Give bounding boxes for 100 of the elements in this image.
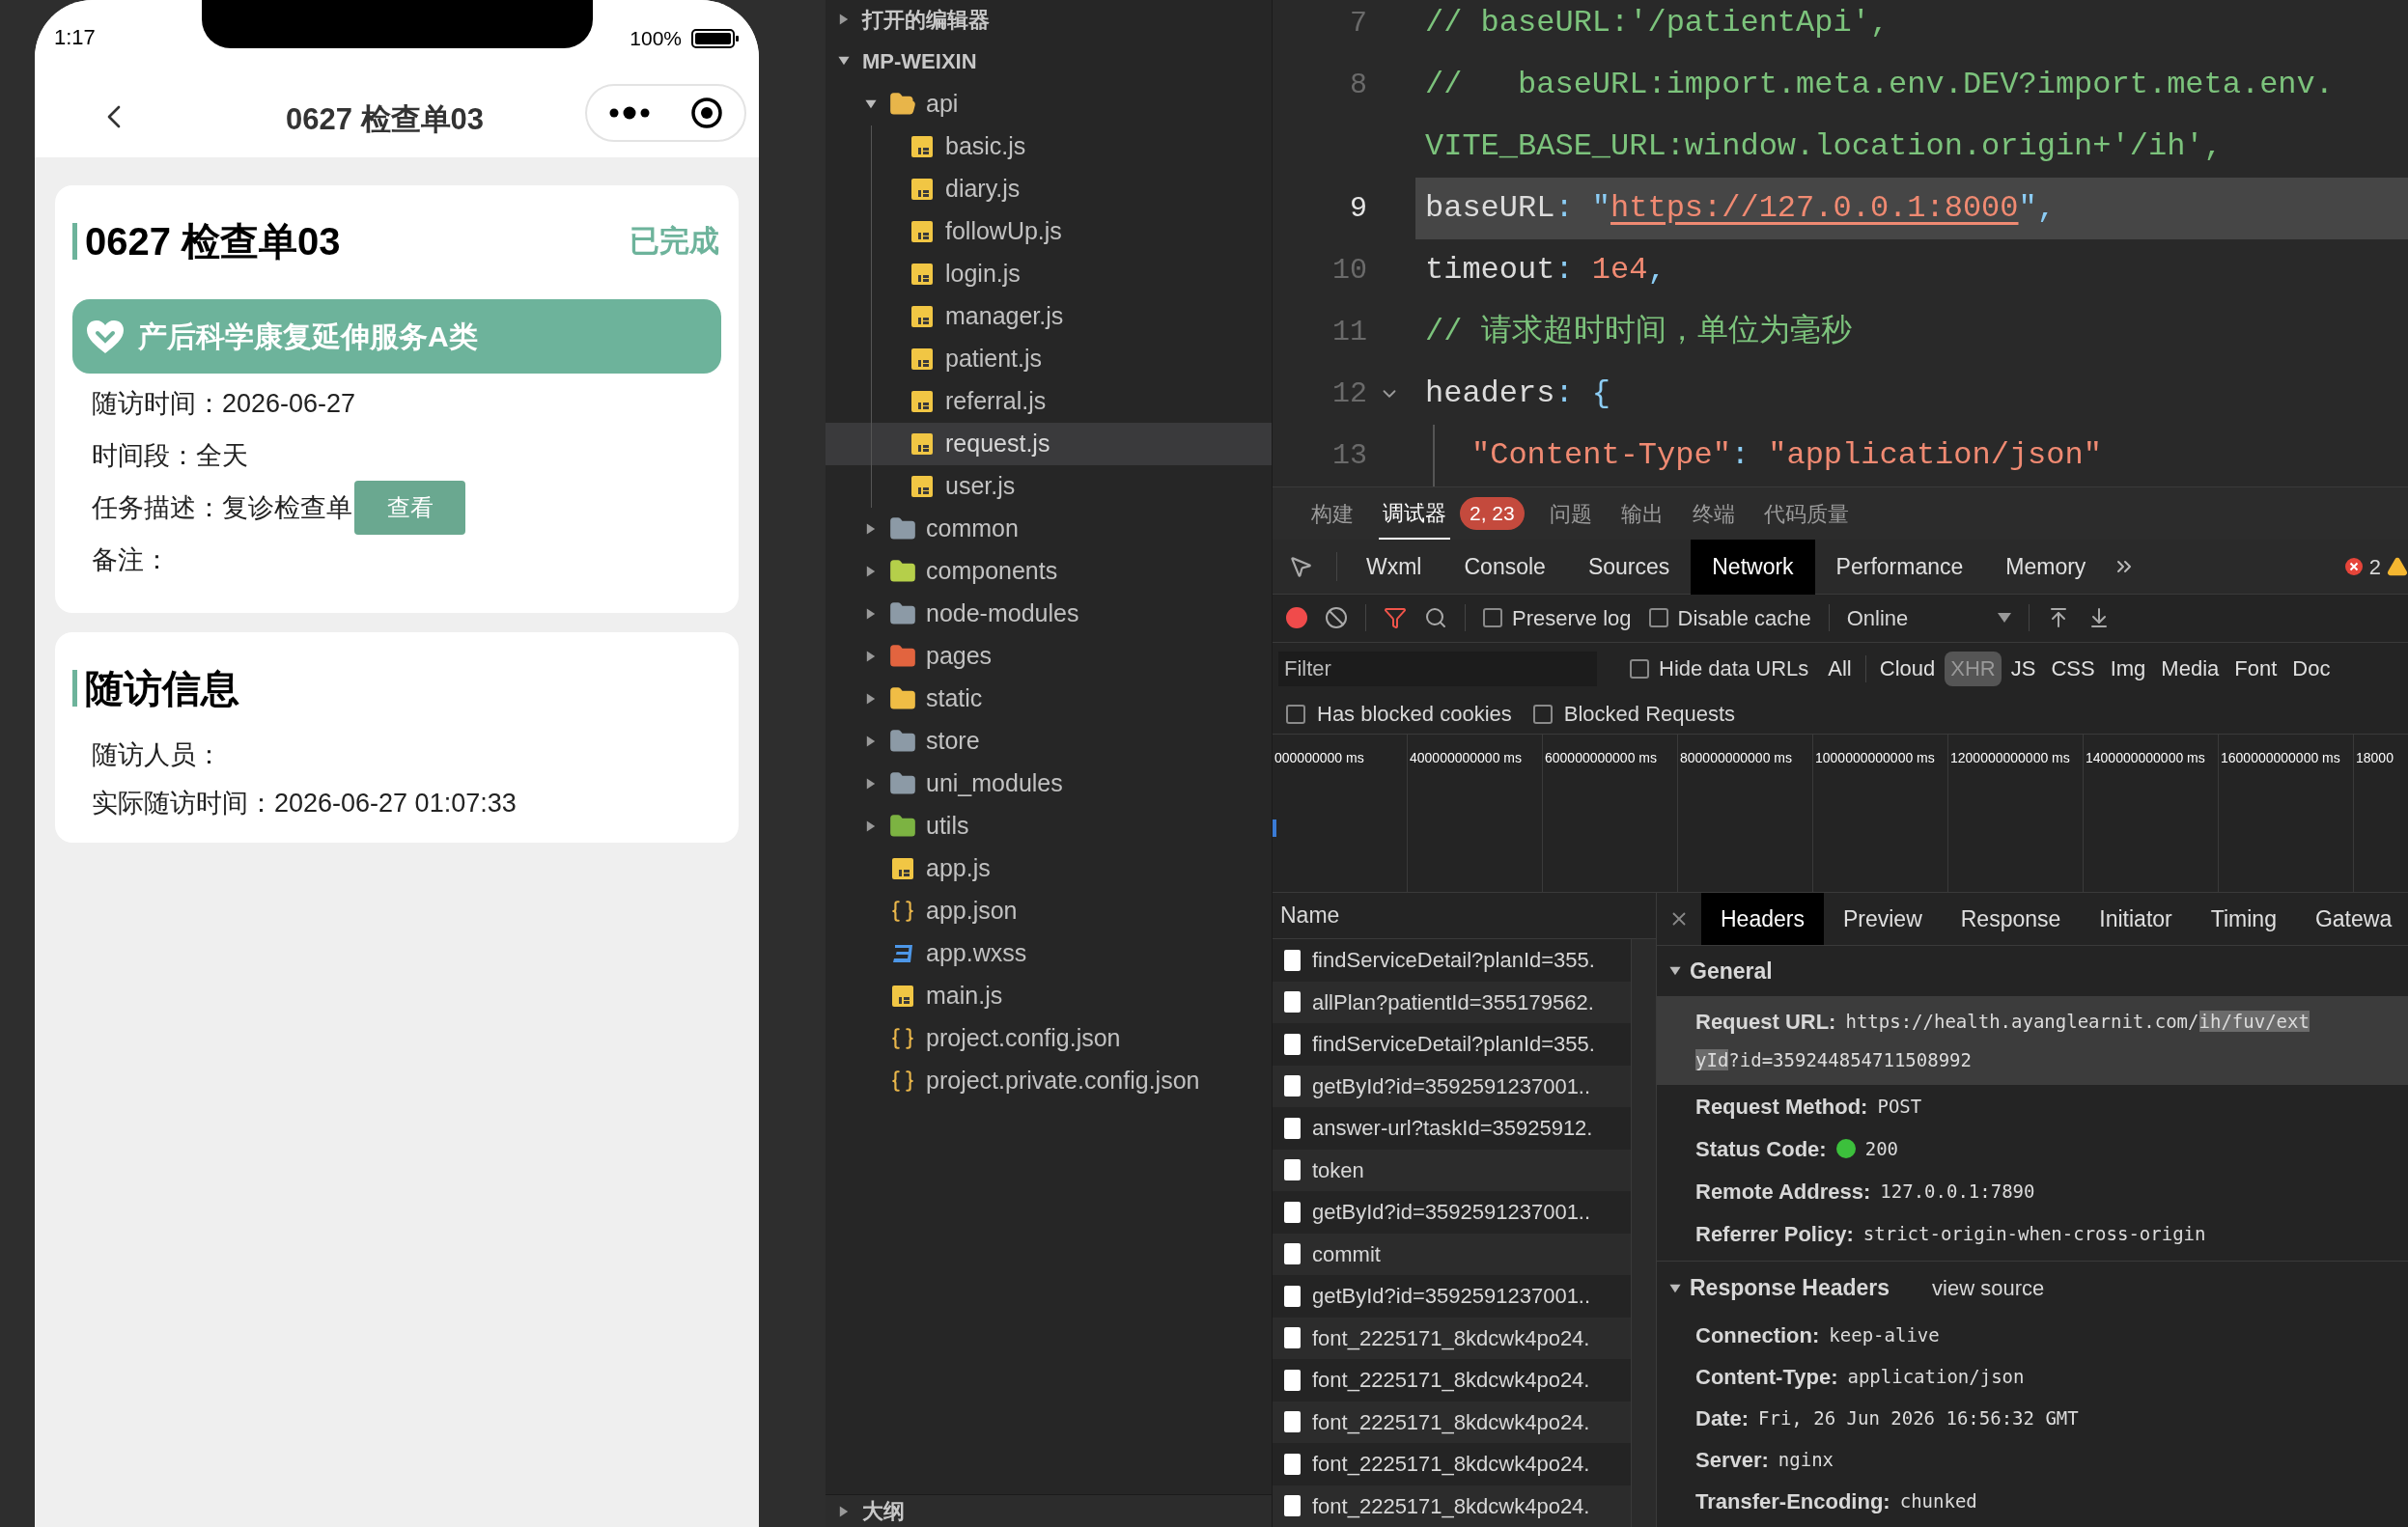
document-icon (1284, 991, 1301, 1013)
clear-icon[interactable] (1325, 606, 1348, 630)
file-row[interactable]: basic.js (826, 125, 1272, 168)
section-header[interactable]: 打开的编辑器 (826, 0, 1272, 39)
column-header[interactable]: Name (1280, 899, 1340, 932)
devtools-tab[interactable]: Memory (1984, 539, 2108, 595)
devtools-tab[interactable]: Sources (1566, 539, 1692, 595)
request-row[interactable]: token (1273, 1149, 1631, 1191)
type-filter[interactable]: JS (2004, 651, 2042, 686)
close-target-icon[interactable] (690, 97, 723, 129)
checkbox[interactable] (1648, 608, 1668, 628)
panel-tab[interactable]: 问题 (1545, 487, 1596, 540)
type-filter[interactable]: Doc (2286, 651, 2337, 686)
devtools-tab[interactable]: Console (1442, 539, 1567, 595)
folder-row[interactable]: components (826, 550, 1272, 593)
panel-tab[interactable]: 构建 (1307, 487, 1358, 540)
detail-tab[interactable]: Preview (1823, 893, 1942, 945)
document-icon (1284, 1243, 1301, 1265)
type-filter[interactable]: Media (2155, 651, 2226, 686)
filter-field[interactable]: Filter (1278, 651, 1597, 686)
record-icon[interactable] (1286, 607, 1307, 629)
js-file-icon (911, 179, 933, 200)
detail-tab[interactable]: Response (1941, 893, 2081, 945)
file-name: components (926, 556, 1058, 587)
request-row[interactable]: getById?id=3592591237001.. (1273, 1065, 1631, 1107)
file-row[interactable]: diary.js (826, 168, 1272, 210)
section-title[interactable]: General (1690, 954, 1773, 988)
type-filter[interactable]: Font (2228, 651, 2283, 686)
js-file-icon (911, 348, 933, 370)
file-row[interactable]: app.js (826, 847, 1272, 890)
checkbox[interactable] (1286, 704, 1305, 724)
file-name: request.js (945, 429, 1050, 459)
file-row[interactable]: project.private.config.json (826, 1060, 1272, 1102)
view-source-link[interactable]: view source (1932, 1272, 2045, 1304)
filter-icon[interactable] (1384, 606, 1407, 630)
field-value: 2026-06-27 (222, 387, 356, 420)
scrollbar[interactable] (1631, 939, 1656, 1527)
title-accent-bar (72, 670, 77, 707)
devtools-tab[interactable]: Wxml (1345, 539, 1443, 595)
file-row[interactable]: main.js (826, 975, 1272, 1017)
folder-row[interactable]: node-modules (826, 593, 1272, 635)
folder-row[interactable]: api (826, 83, 1272, 125)
type-filter[interactable]: Cloud (1873, 651, 1942, 686)
section-header[interactable]: 大纲 (826, 1494, 1272, 1527)
section-title[interactable]: Response Headers (1690, 1271, 1890, 1305)
checkbox[interactable] (1630, 658, 1649, 679)
folder-row[interactable]: common (826, 508, 1272, 550)
request-row[interactable]: font_2225171_8kdcwk4po24. (1273, 1485, 1631, 1527)
file-row[interactable]: patient.js (826, 338, 1272, 380)
panel-tab[interactable]: 终端 (1688, 487, 1739, 540)
panel-tab[interactable]: 输出 (1616, 487, 1667, 540)
file-row[interactable]: manager.js (826, 295, 1272, 338)
timeline-tick: 1000000000000 ms (1815, 750, 1935, 766)
request-name: commit (1312, 1240, 1381, 1268)
detail-tab[interactable]: Initiator (2080, 893, 2192, 945)
file-name: utils (926, 811, 969, 842)
file-row[interactable]: login.js (826, 253, 1272, 295)
folder-row[interactable]: pages (826, 635, 1272, 678)
checkbox[interactable] (1532, 704, 1553, 724)
folder-row[interactable]: store (826, 720, 1272, 763)
panel-tab[interactable]: 代码质量 (1759, 487, 1853, 540)
code-line: "Content-Type": "application/json" (1471, 436, 2102, 475)
type-filter[interactable]: All (1822, 651, 1858, 686)
section-title: 打开的编辑器 (862, 6, 990, 34)
search-icon[interactable] (1424, 606, 1447, 630)
section-header[interactable]: MP-WEIXIN (826, 39, 1272, 83)
js-file-icon (911, 476, 933, 497)
devtools-tab[interactable]: Network (1691, 539, 1815, 595)
file-row[interactable]: app.json (826, 890, 1272, 932)
throttle-dropdown[interactable]: Online (1846, 601, 2011, 634)
field-value: 2026-06-27 01:07:33 (274, 787, 517, 819)
request-row[interactable]: font_2225171_8kdcwk4po24. (1273, 1317, 1631, 1359)
folder-row[interactable]: static (826, 678, 1272, 720)
file-row[interactable]: user.js (826, 465, 1272, 508)
detail-tab[interactable]: Gatewa (2295, 893, 2408, 945)
folder-row[interactable]: utils (826, 805, 1272, 847)
request-row[interactable]: font_2225171_8kdcwk4po24. (1273, 1401, 1631, 1443)
capsule-menu[interactable] (585, 84, 746, 142)
file-row[interactable]: project.config.json (826, 1017, 1272, 1060)
file-row[interactable]: followUp.js (826, 210, 1272, 253)
inspect-icon[interactable] (1288, 554, 1313, 579)
checkbox[interactable] (1483, 608, 1502, 628)
file-row[interactable]: referral.js (826, 380, 1272, 423)
file-row[interactable]: app.wxss (826, 932, 1272, 975)
request-row[interactable]: commit (1273, 1233, 1631, 1275)
code-line: VITE_BASE_URL:window.location.origin+'/ih', (1425, 127, 2223, 166)
type-filter[interactable]: Img (2104, 651, 2152, 686)
braces-file-icon (890, 1026, 915, 1051)
request-name: getById?id=3592591237001.. (1312, 1283, 1591, 1311)
request-row[interactable]: allPlan?patientId=355179562. (1273, 981, 1631, 1023)
file-row[interactable]: request.js (826, 423, 1272, 465)
devtools-tab[interactable]: Performance (1814, 539, 1985, 595)
type-filter[interactable]: CSS (2045, 651, 2101, 686)
detail-tab[interactable]: Timing (2191, 893, 2296, 945)
file-name: basic.js (945, 131, 1026, 162)
folder-row[interactable]: uni_modules (826, 763, 1272, 805)
timeline-tick: 600000000000 ms (1545, 750, 1657, 766)
detail-tab[interactable]: Headers (1701, 893, 1824, 945)
more-icon[interactable] (608, 105, 651, 121)
file-name: common (926, 514, 1019, 544)
